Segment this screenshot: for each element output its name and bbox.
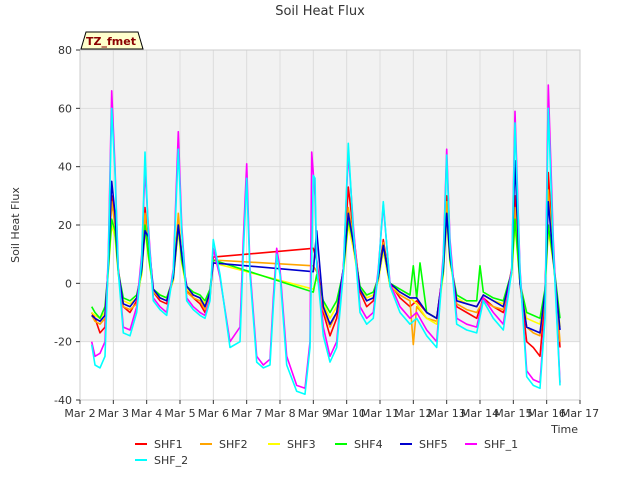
y-tick-label: 20 <box>58 219 72 232</box>
background-band <box>80 166 580 225</box>
x-tick-label: Mar 5 <box>164 407 195 420</box>
legend-label: SHF1 <box>154 438 183 451</box>
annotation-box: TZ_fmet <box>80 31 144 50</box>
y-axis-ticks: -40 -20 0 20 40 60 80 <box>54 44 80 407</box>
soil-heat-flux-chart: Soil Heat Flux -40-20020406080 Mar 2 Mar … <box>9 4 599 467</box>
x-tick-label: Mar 2 <box>64 407 95 420</box>
x-tick-label: Mar 7 <box>231 407 262 420</box>
x-tick-label: Mar 3 <box>98 407 129 420</box>
y-tick-label: 40 <box>58 161 72 174</box>
legend-label: SHF2 <box>219 438 248 451</box>
y-tick-label: 60 <box>58 102 72 115</box>
y-tick-label: -40 <box>54 394 72 407</box>
background-band <box>80 108 580 167</box>
x-tick-label: Mar 8 <box>264 407 295 420</box>
legend-label: SHF3 <box>287 438 316 451</box>
y-axis-label: Soil Heat Flux <box>9 187 22 263</box>
y-tick-label: 0 <box>65 277 72 290</box>
y-tick-label: -20 <box>54 336 72 349</box>
x-tick-label: Mar 17 <box>561 407 599 420</box>
legend-label: SHF_2 <box>154 454 188 467</box>
legend: SHF1 SHF2 SHF3 SHF4 SHF5 SHF_1 SHF_2 <box>135 438 518 467</box>
annotation-label: TZ_fmet <box>86 35 136 48</box>
background-band <box>80 50 580 109</box>
x-tick-label: Mar 6 <box>198 407 229 420</box>
x-axis-ticks: Mar 2 Mar 3 Mar 4 Mar 5 Mar 6 Mar 7 Mar 8 Mar 9… <box>64 400 599 420</box>
legend-label: SHF_1 <box>484 438 518 451</box>
legend-label: SHF4 <box>354 438 383 451</box>
x-tick-label: Mar 4 <box>131 407 162 420</box>
x-tick-label: Mar 9 <box>298 407 329 420</box>
x-axis-label: Time <box>550 423 578 436</box>
y-tick-label: 80 <box>58 44 72 57</box>
chart-title: Soil Heat Flux <box>275 4 365 19</box>
legend-label: SHF5 <box>419 438 448 451</box>
